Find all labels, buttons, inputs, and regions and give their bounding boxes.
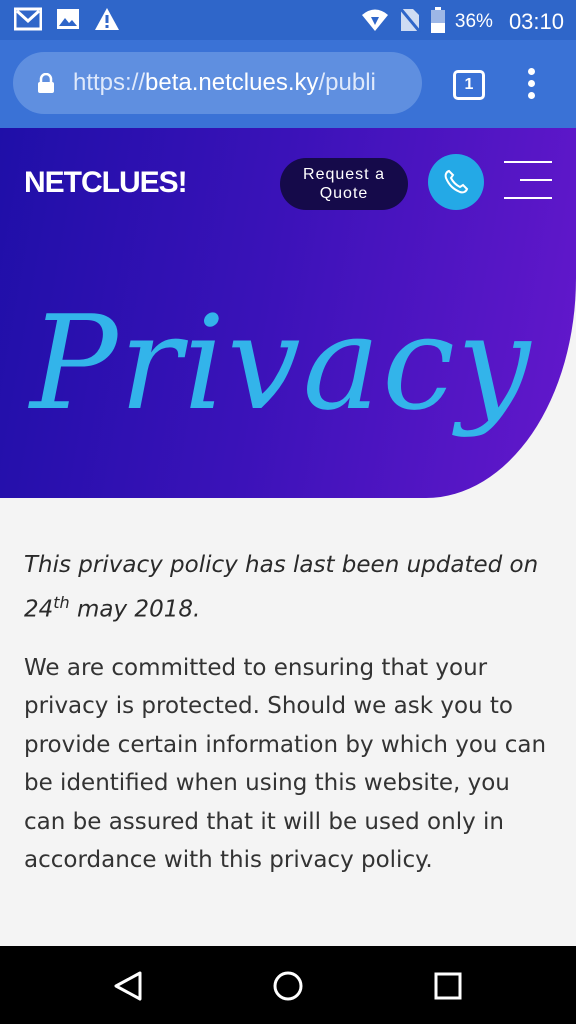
quote-label-line2: Quote	[319, 185, 369, 202]
policy-content: This privacy policy has last been update…	[24, 546, 554, 880]
home-icon[interactable]	[272, 970, 304, 1006]
last-updated-note: This privacy policy has last been update…	[24, 546, 554, 629]
system-nav-bar	[0, 946, 576, 1024]
lock-icon	[37, 72, 55, 97]
call-button[interactable]	[428, 154, 484, 210]
recent-apps-icon[interactable]	[434, 972, 462, 1004]
updated-date: may 2018.	[69, 596, 201, 623]
ordinal-suffix: th	[53, 593, 70, 612]
quote-label-line1: Request a	[303, 166, 385, 183]
address-bar[interactable]: https://beta.netclues.ky/publi	[13, 52, 422, 114]
url-host: beta.netclues.ky	[145, 69, 319, 96]
url-text: https://beta.netclues.ky/publi	[73, 69, 413, 97]
page-title: Privacy Poli	[30, 287, 576, 439]
intro-paragraph: We are committed to ensuring that your p…	[24, 654, 547, 874]
overflow-menu-icon[interactable]	[522, 68, 540, 102]
wifi-icon	[361, 8, 389, 36]
url-path: /publi	[318, 69, 376, 96]
battery-percent: 36%	[454, 11, 493, 32]
hero-banner: NETCLUES! Request a Quote Privacy Poli	[0, 128, 576, 498]
image-icon	[56, 7, 80, 35]
no-sim-icon	[398, 7, 422, 37]
gmail-icon	[13, 7, 43, 35]
warning-icon	[94, 7, 120, 35]
clock: 03:10	[508, 9, 564, 34]
back-icon[interactable]	[113, 970, 143, 1006]
battery-icon	[430, 7, 445, 37]
tab-switcher-button[interactable]: 1	[453, 70, 485, 100]
hamburger-menu-icon[interactable]	[504, 160, 552, 200]
browser-toolbar: https://beta.netclues.ky/publi 1	[0, 40, 576, 128]
url-scheme: https://	[73, 69, 146, 96]
netclues-logo[interactable]: NETCLUES!	[24, 166, 188, 200]
status-bar: 36% 03:10	[0, 0, 576, 40]
request-quote-button[interactable]: Request a Quote	[280, 158, 408, 210]
